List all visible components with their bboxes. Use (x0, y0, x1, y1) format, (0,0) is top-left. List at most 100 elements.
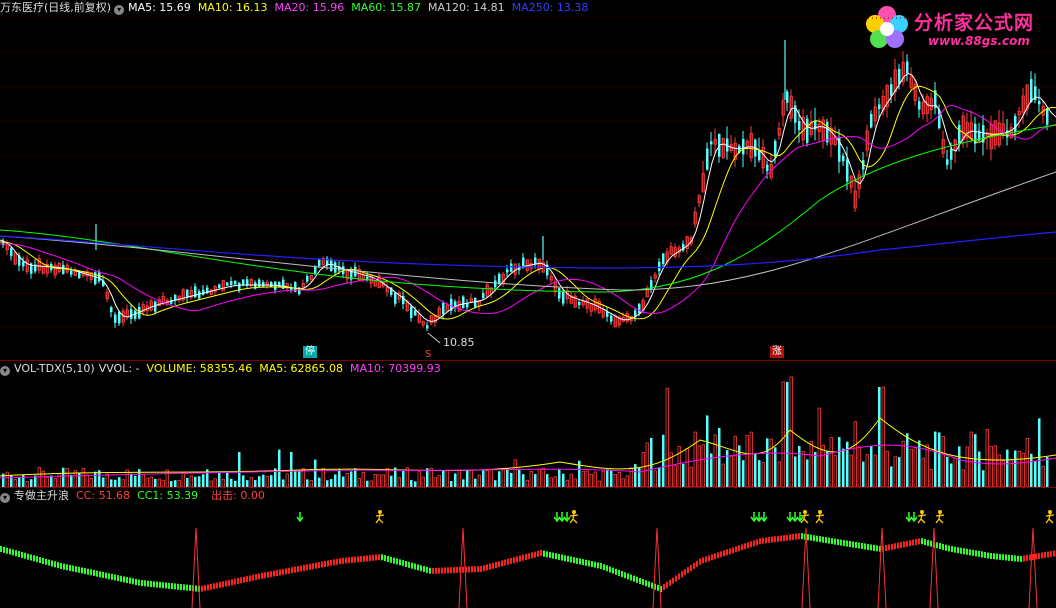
indicator-name[interactable]: 专做主升浪 (14, 489, 69, 502)
down-arrow-signal-icon (553, 512, 561, 523)
volume-bar-down (130, 473, 133, 487)
volume-bar-down (842, 448, 845, 487)
wave-bar-up (204, 585, 206, 592)
candle-down (562, 292, 565, 304)
wave-bar-up (1026, 555, 1028, 561)
volume-bar-up (693, 431, 697, 488)
runner-signal-icon (800, 510, 810, 524)
wave-bar-up (309, 563, 311, 570)
wave-bar-down (384, 555, 386, 562)
volume-bar-up (525, 479, 529, 488)
wave-bar-up (705, 556, 707, 563)
volume-bar-up (701, 444, 705, 488)
dropdown-icon[interactable]: ▾ (0, 366, 10, 376)
wave-bar-up (1035, 553, 1037, 560)
volume-bar-up (65, 468, 69, 488)
low-price-pointer (427, 332, 441, 344)
volume-bar-up (913, 447, 917, 488)
volume-bar-down (174, 480, 177, 487)
stock-chart-canvas[interactable] (0, 0, 1056, 608)
wave-bar-down (849, 541, 851, 548)
wave-bar-up (228, 579, 230, 586)
wave-bar-down (42, 557, 44, 564)
dropdown-icon[interactable]: ▾ (0, 493, 10, 503)
wave-bar-up (909, 540, 911, 547)
wave-bar-down (414, 563, 416, 570)
volume-bar-down (898, 457, 901, 487)
wave-bar-down (831, 538, 833, 545)
wave-bar-up (714, 553, 716, 560)
wave-bar-up (510, 558, 512, 564)
volume-bar-down (22, 474, 25, 487)
wave-bar-up (483, 565, 485, 572)
volume-bar-down (1046, 457, 1049, 487)
wave-bar-up (249, 575, 251, 582)
wave-bar-up (531, 552, 533, 559)
wave-bar-up (915, 539, 917, 545)
wave-bar-up (894, 543, 896, 550)
wave-bar-down (603, 564, 605, 571)
volume-bar-up (749, 431, 753, 488)
wave-bar-up (774, 536, 776, 543)
wave-bar-up (1023, 555, 1025, 562)
volume-indicator-name[interactable]: VOL-TDX(5,10) (14, 362, 95, 375)
volume-bar-down (982, 470, 985, 487)
wave-bar-up (717, 552, 719, 559)
wave-bar-down (984, 551, 986, 558)
candle-down (1038, 100, 1041, 105)
wave-bar-up (441, 567, 443, 574)
wave-bar-down (966, 548, 968, 555)
wave-bar-down (552, 552, 554, 559)
wave-bar-up (342, 557, 344, 564)
volume-bar-down (934, 431, 937, 487)
wave-bar-up (912, 539, 914, 546)
volume-bar-down (454, 473, 457, 487)
halt-tag[interactable]: 停 (303, 346, 317, 358)
wave-bar-down (156, 581, 158, 588)
wave-bar-up (363, 555, 365, 562)
wave-bar-up (1038, 553, 1040, 559)
wave-bar-down (405, 561, 407, 567)
wave-bar-up (693, 562, 695, 569)
attack-spike (191, 527, 201, 608)
wave-bar-down (858, 542, 860, 549)
wave-bar-down (939, 543, 941, 550)
wave-bar-up (918, 538, 920, 545)
wave-bar-down (846, 540, 848, 547)
volume-bar-up (849, 454, 853, 488)
volume-bar-up (969, 431, 973, 488)
wave-bar-up (744, 543, 746, 550)
wave-bar-down (960, 547, 962, 554)
volume-bar-up (181, 472, 185, 488)
wave-bar-up (768, 537, 770, 543)
volume-bar-up (121, 479, 125, 488)
wave-bar-down (621, 571, 623, 578)
volume-bar-up (85, 474, 89, 488)
wave-bar-up (270, 571, 272, 578)
wave-bar-down (408, 561, 410, 568)
wave-bar-up (684, 569, 686, 576)
volume-bar-up (925, 444, 929, 488)
limit-up-tag[interactable]: 涨 (770, 346, 784, 358)
candle-down (758, 150, 761, 161)
volume-bar-down (194, 476, 197, 487)
wave-bar-down (129, 577, 131, 584)
candle-down (898, 69, 901, 85)
wave-bar-down (636, 576, 638, 583)
wave-bar-down (114, 574, 116, 581)
candle-down (638, 303, 641, 314)
wave-bar-up (435, 567, 437, 574)
wave-bar-up (213, 583, 215, 590)
wave-bar-down (189, 584, 191, 591)
wave-bar-down (132, 578, 134, 585)
wave-bar-down (33, 555, 35, 562)
volume-bar-up (501, 469, 505, 488)
wave-bar-up (678, 573, 680, 580)
wave-bar-up (285, 568, 287, 575)
wave-bar-down (810, 534, 812, 541)
volume-bar-down (474, 478, 477, 487)
volume-bar-up (621, 478, 625, 488)
sell-tag[interactable]: S (423, 349, 433, 361)
volume-bar-up (617, 472, 621, 488)
volume-bar-down (62, 467, 65, 487)
